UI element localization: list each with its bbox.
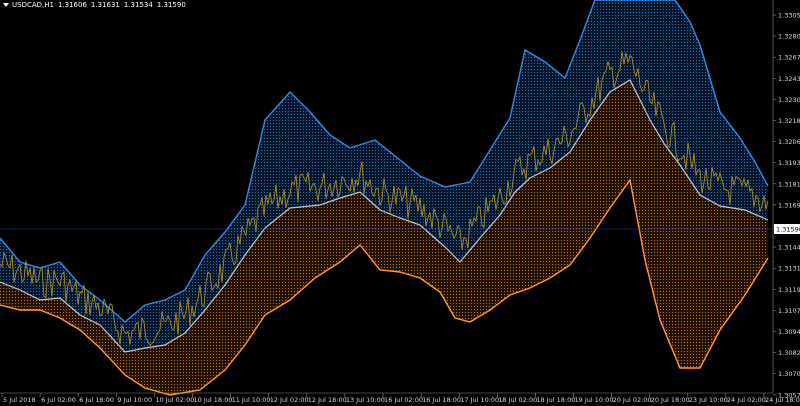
time-tick-label: 10 Jul 18:00 bbox=[194, 396, 233, 404]
price-tick-label: 1.32675 bbox=[778, 54, 800, 62]
time-tick-label: 19 Jul 10:00 bbox=[575, 396, 614, 404]
chart-header: USDCAD,H1 1.31606 1.31631 1.31534 1.31590 bbox=[3, 1, 190, 9]
symbol-label: USDCAD,H1 bbox=[12, 1, 54, 9]
price-tick-label: 1.31195 bbox=[778, 286, 800, 294]
price-tick-label: 1.30825 bbox=[778, 349, 800, 357]
time-tick-label: 6 Jul 18:00 bbox=[79, 396, 114, 404]
time-tick-label: 16 Jul 18:00 bbox=[422, 396, 461, 404]
time-tick-label: 18 Jul 02:00 bbox=[498, 396, 537, 404]
lower-envelope-fill bbox=[0, 80, 768, 395]
time-tick-label: 12 Jul 02:00 bbox=[270, 396, 309, 404]
time-tick-label: 5 Jul 2018 bbox=[3, 396, 36, 404]
price-tick-label: 1.31690 bbox=[778, 201, 800, 209]
chart-plot[interactable]: 1.33050 1.32800 1.32675 1.32430 1.32305 1.321… bbox=[0, 0, 800, 406]
price-tick-label: 1.32800 bbox=[778, 33, 800, 41]
time-tick-label: 9 Jul 10:00 bbox=[117, 396, 152, 404]
time-tick-label: 13 Jul 10:00 bbox=[346, 396, 385, 404]
time-tick-label: 20 Jul 18:00 bbox=[651, 396, 690, 404]
time-tick-label: 6 Jul 02:00 bbox=[41, 396, 76, 404]
time-tick-label: 18 Jul 18:00 bbox=[536, 396, 575, 404]
close-value: 1.31590 bbox=[156, 1, 186, 9]
open-value: 1.31606 bbox=[57, 1, 87, 9]
price-axis: 1.33050 1.32800 1.32675 1.32430 1.32305 1.321… bbox=[773, 12, 800, 399]
time-axis: 5 Jul 2018 6 Jul 02:00 6 Jul 18:00 9 Jul 10… bbox=[1, 393, 800, 404]
price-tick-label: 1.32060 bbox=[778, 138, 800, 146]
caret-down-icon[interactable] bbox=[3, 3, 9, 7]
price-tick-label: 1.33050 bbox=[778, 12, 800, 20]
time-tick-label: 24 Jul 18:00 bbox=[765, 396, 800, 404]
time-tick-label: 16 Jul 02:00 bbox=[384, 396, 423, 404]
time-tick-label: 17 Jul 10:00 bbox=[460, 396, 499, 404]
price-tick-label: 1.31315 bbox=[778, 265, 800, 273]
price-tick-label: 1.31810 bbox=[778, 180, 800, 188]
high-value: 1.31631 bbox=[90, 1, 120, 9]
time-tick-label: 23 Jul 10:00 bbox=[689, 396, 728, 404]
current-price-tag: 1.31590 bbox=[774, 224, 800, 234]
time-tick-label: 12 Jul 18:00 bbox=[308, 396, 347, 404]
price-tick-label: 1.30945 bbox=[778, 328, 800, 336]
price-tick-label: 1.31070 bbox=[778, 307, 800, 315]
price-tick-label: 1.32305 bbox=[778, 96, 800, 104]
price-tick-label: 1.30700 bbox=[778, 370, 800, 378]
price-tick-label: 1.32180 bbox=[778, 117, 800, 125]
time-tick-label: 20 Jul 02:00 bbox=[613, 396, 652, 404]
time-tick-label: 11 Jul 10:00 bbox=[232, 396, 271, 404]
price-tick-label: 1.32430 bbox=[778, 75, 800, 83]
low-value: 1.31534 bbox=[123, 1, 153, 9]
time-tick-label: 10 Jul 02:00 bbox=[155, 396, 194, 404]
price-tick-label: 1.31440 bbox=[778, 244, 800, 252]
price-tick-label: 1.31935 bbox=[778, 159, 800, 167]
svg-text:1.31590: 1.31590 bbox=[776, 226, 800, 234]
chart-window[interactable]: 1.33050 1.32800 1.32675 1.32430 1.32305 1.321… bbox=[0, 0, 800, 406]
time-tick-label: 24 Jul 02:00 bbox=[727, 396, 766, 404]
